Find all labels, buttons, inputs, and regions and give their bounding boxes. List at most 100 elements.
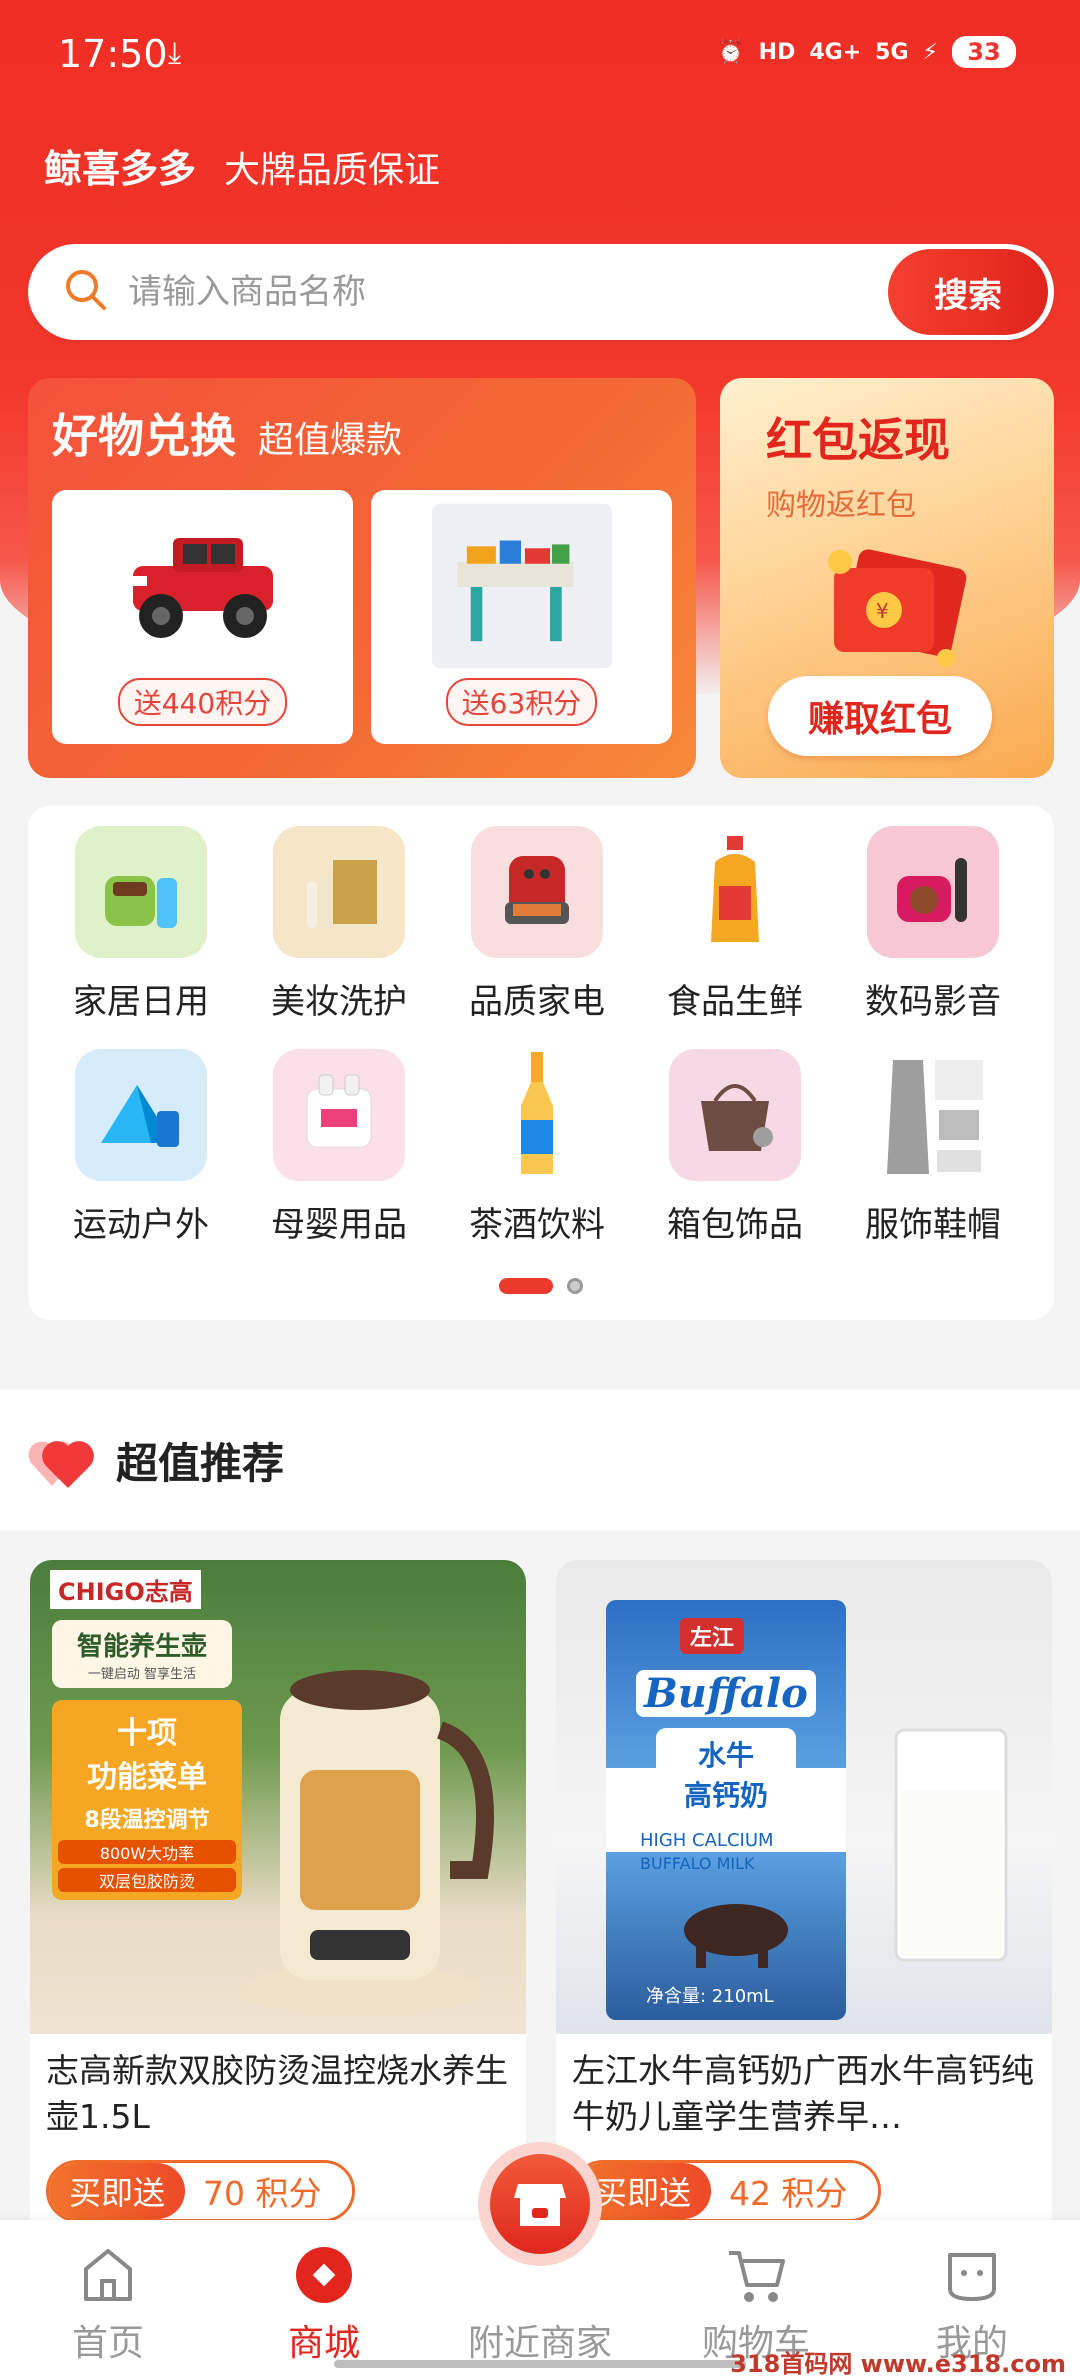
nav-label: 首页 xyxy=(71,2323,144,2364)
cosmetics-icon xyxy=(273,826,405,958)
status-time: 17:50 xyxy=(58,32,168,76)
category-label: 品质家电 xyxy=(469,982,605,1022)
product-image-line: BUFFALO MILK xyxy=(640,1854,755,1873)
product-image-kettle: CHIGO志高 智能养生壶 一键启动 智享生活 十项 功能菜单 8段温控调节 8… xyxy=(30,1560,526,2034)
cart-icon xyxy=(725,2242,787,2308)
category-grid: 家居日用 美妆洗护 品质家电 食品生鲜 数码影音 运动户外 母婴用品 茶酒饮料 … xyxy=(42,826,1054,1246)
recommend-title: 超值推荐 xyxy=(116,1438,285,1488)
brand-row: 鲸喜多多 大牌品质保证 xyxy=(44,138,440,193)
network-4g-icon: 4G+ xyxy=(809,39,862,65)
category-label: 数码影音 xyxy=(865,982,1001,1022)
home-indicator[interactable] xyxy=(334,2360,746,2368)
product-image-line: 十项 xyxy=(117,1716,177,1751)
category-item-outdoor[interactable]: 运动户外 xyxy=(42,1049,240,1246)
category-label: 食品生鲜 xyxy=(667,982,803,1022)
promo-redpacket-card[interactable]: 红包返现 购物返红包 ¥ 赚取红包 xyxy=(720,378,1054,778)
product-image-line: HIGH CALCIUM xyxy=(640,1830,774,1851)
product-name: 志高新款双胶防烫温控烧水养生壶1.5L xyxy=(46,2051,508,2136)
category-label: 母婴用品 xyxy=(271,1205,407,1245)
category-label: 服饰鞋帽 xyxy=(865,1205,1001,1245)
product-card[interactable]: CHIGO志高 智能养生壶 一键启动 智享生活 十项 功能菜单 8段温控调节 8… xyxy=(30,1560,526,2250)
product-points-tag: 买即送 70 积分 xyxy=(46,2160,355,2222)
category-item-bags[interactable]: 箱包饰品 xyxy=(636,1049,834,1246)
promo-exchange-card[interactable]: 好物兑换 超值爆款 送440积分 送63积分 xyxy=(28,378,696,778)
product-image-milk: 左江 Buffalo 水牛 高钙奶 HIGH CALCIUM BUFFALO M… xyxy=(556,1560,1052,2034)
block-table-image xyxy=(431,503,612,669)
promo-exchange-subtitle: 超值爆款 xyxy=(258,420,403,461)
red-envelope-icon: ¥ xyxy=(810,528,970,682)
appliance-icon xyxy=(471,826,603,958)
brand-slogan: 大牌品质保证 xyxy=(224,150,441,191)
promo-exchange-title: 好物兑换 xyxy=(52,409,236,463)
milk-glass-illustration xyxy=(894,1728,1008,1962)
category-item-beauty[interactable]: 美妆洗护 xyxy=(240,826,438,1023)
search-bar: 搜索 xyxy=(28,244,1054,340)
category-pager xyxy=(28,1278,1054,1294)
category-item-home[interactable]: 家居日用 xyxy=(42,826,240,1023)
category-label: 美妆洗护 xyxy=(271,982,407,1022)
recommend-list: CHIGO志高 智能养生壶 一键启动 智享生活 十项 功能菜单 8段温控调节 8… xyxy=(0,1530,1080,2250)
bags-icon xyxy=(669,1049,801,1181)
promo-redpacket-subtitle: 购物返红包 xyxy=(766,488,916,523)
product-image-line: 高钙奶 xyxy=(683,1779,768,1812)
home-goods-icon xyxy=(75,826,207,958)
category-item-digital[interactable]: 数码影音 xyxy=(834,826,1032,1023)
charging-icon: ⚡ xyxy=(922,39,938,65)
nearby-store-button[interactable] xyxy=(478,2142,602,2266)
recommend-header: 超值推荐 xyxy=(0,1390,1080,1530)
product-image-logo: Buffalo xyxy=(636,1670,816,1717)
hd-icon: HD xyxy=(758,39,796,65)
promo-item-tag: 送63积分 xyxy=(445,678,598,726)
status-bar: 17:50 ⤓ ⏰ HD 4G+ 5G ⚡ 33 xyxy=(0,0,1080,110)
drinks-icon xyxy=(471,1049,603,1181)
category-label: 箱包饰品 xyxy=(667,1205,803,1245)
product-image-line: 8段温控调节 xyxy=(84,1808,210,1833)
battery-indicator: 33 xyxy=(952,36,1016,68)
category-panel: 家居日用 美妆洗护 品质家电 食品生鲜 数码影音 运动户外 母婴用品 茶酒饮料 … xyxy=(28,806,1054,1320)
product-image-line: 智能养生壶 xyxy=(76,1632,207,1662)
product-image-volume: 净含量: 210mL xyxy=(646,1986,774,2007)
category-item-food[interactable]: 食品生鲜 xyxy=(636,826,834,1023)
category-label: 运动户外 xyxy=(73,1205,209,1245)
promo-item[interactable]: 送63积分 xyxy=(371,490,672,744)
digital-icon xyxy=(867,826,999,958)
product-tag-buy: 买即送 xyxy=(49,2163,186,2219)
search-button[interactable]: 搜索 xyxy=(888,249,1048,335)
category-label: 茶酒饮料 xyxy=(469,1205,605,1245)
kettle-illustration xyxy=(250,1670,494,2016)
category-item-baby[interactable]: 母婴用品 xyxy=(240,1049,438,1246)
promo-exchange-items: 送440积分 送63积分 xyxy=(52,490,672,744)
product-card[interactable]: 左江 Buffalo 水牛 高钙奶 HIGH CALCIUM BUFFALO M… xyxy=(556,1560,1052,2250)
svg-text:¥: ¥ xyxy=(876,599,889,623)
product-image-brand: CHIGO志高 xyxy=(50,1570,201,1609)
category-item-appliance[interactable]: 品质家电 xyxy=(438,826,636,1023)
promo-item[interactable]: 送440积分 xyxy=(52,490,353,744)
store-icon xyxy=(490,2154,590,2254)
profile-icon xyxy=(942,2242,1002,2308)
status-indicators: ⏰ HD 4G+ 5G ⚡ 33 xyxy=(717,36,1016,68)
product-image-brand: 左江 xyxy=(680,1618,745,1654)
search-input[interactable] xyxy=(128,272,888,312)
promo-exchange-header: 好物兑换 超值爆款 xyxy=(52,400,672,466)
nav-label: 附近商家 xyxy=(467,2323,612,2364)
pager-dot-active[interactable] xyxy=(499,1278,553,1294)
home-icon xyxy=(80,2242,136,2308)
product-image-line: 双层包胶防烫 xyxy=(58,1868,236,1892)
product-image-line: 水牛 xyxy=(697,1739,754,1772)
food-icon xyxy=(669,826,801,958)
product-image-line: 800W大功率 xyxy=(58,1840,236,1864)
promo-redpacket-title: 红包返现 xyxy=(766,413,950,467)
nav-item-home[interactable]: 首页 xyxy=(0,2220,216,2376)
outdoor-icon xyxy=(75,1049,207,1181)
product-image-line: 一键启动 智享生活 xyxy=(87,1667,197,1682)
earn-redpacket-button[interactable]: 赚取红包 xyxy=(768,676,992,756)
category-item-drinks[interactable]: 茶酒饮料 xyxy=(438,1049,636,1246)
nav-label: 商城 xyxy=(287,2323,360,2364)
nav-item-mall[interactable]: 商城 xyxy=(216,2220,432,2376)
product-points-tag: 买即送 42 积分 xyxy=(572,2160,881,2222)
promo-item-tag: 送440积分 xyxy=(117,678,288,726)
milk-pack: 左江 Buffalo 水牛 高钙奶 HIGH CALCIUM BUFFALO M… xyxy=(606,1600,846,2020)
search-icon xyxy=(48,244,128,340)
pager-dot[interactable] xyxy=(567,1278,583,1294)
category-item-apparel[interactable]: 服饰鞋帽 xyxy=(834,1049,1032,1246)
